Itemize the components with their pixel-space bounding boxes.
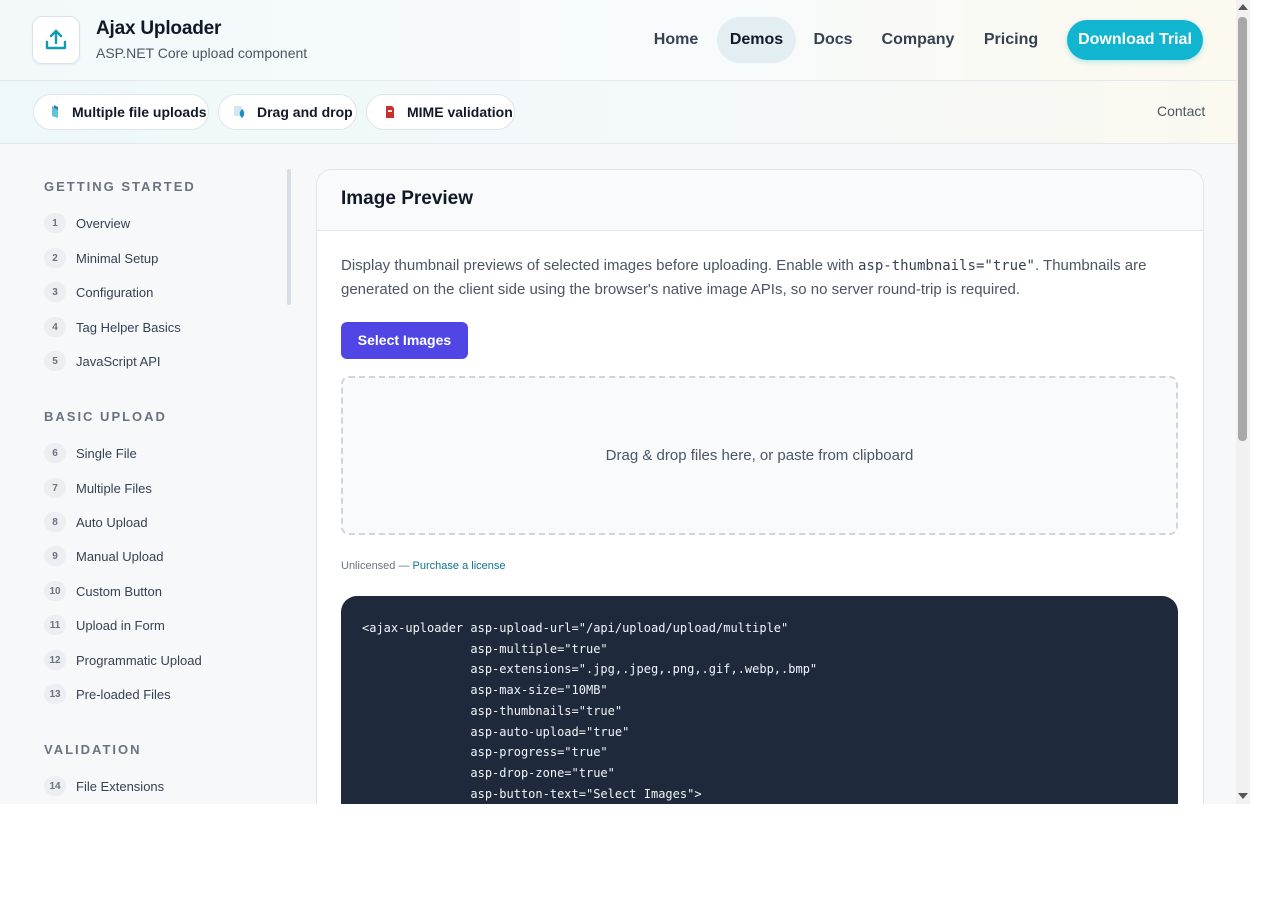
- sidebar-item-label: JavaScript API: [76, 353, 161, 369]
- sidebar-item-multiple-files[interactable]: 7 Multiple Files: [44, 478, 152, 498]
- sidebar-item-pre-loaded-files[interactable]: 13 Pre-loaded Files: [44, 684, 171, 704]
- download-trial-button[interactable]: Download Trial: [1067, 20, 1203, 60]
- sidebar-item-auto-upload[interactable]: 8 Auto Upload: [44, 512, 148, 532]
- mime-icon: [383, 104, 397, 120]
- logo[interactable]: [32, 16, 80, 64]
- description-text: Display thumbnail previews of selected i…: [341, 257, 858, 274]
- brand-subtitle: ASP.NET Core upload component: [96, 45, 308, 61]
- drop-zone[interactable]: Drag & drop files here, or paste from cl…: [341, 376, 1178, 535]
- item-number: 4: [44, 317, 66, 337]
- page-title: Image Preview: [341, 188, 474, 209]
- sidebar-item-javascript-api[interactable]: 5 JavaScript API: [44, 351, 161, 371]
- item-number: 3: [44, 282, 66, 302]
- sidebar-item-label: Programmatic Upload: [76, 652, 202, 668]
- item-number: 8: [44, 512, 66, 532]
- sidebar-item-label: File Extensions: [76, 778, 165, 794]
- nav-docs[interactable]: Docs: [803, 17, 863, 63]
- item-number: 2: [44, 248, 66, 268]
- item-number: 6: [44, 443, 66, 463]
- item-number: 7: [44, 478, 66, 498]
- item-number: 13: [44, 684, 66, 704]
- license-text: Unlicensed —: [341, 560, 413, 572]
- sidebar-item-file-extensions[interactable]: 14 File Extensions: [44, 776, 164, 796]
- item-number: 9: [44, 546, 66, 566]
- contact-link[interactable]: Contact: [1157, 103, 1205, 119]
- sidebar-item-label: Tag Helper Basics: [76, 319, 181, 335]
- item-number: 1: [44, 213, 66, 233]
- sidebar-item-configuration[interactable]: 3 Configuration: [44, 282, 153, 302]
- chip-mime-validation[interactable]: MIME validation: [366, 94, 515, 130]
- scroll-up-icon[interactable]: [1238, 4, 1248, 10]
- brand-title[interactable]: Ajax Uploader: [96, 18, 221, 40]
- item-number: 5: [44, 351, 66, 371]
- scroll-down-icon[interactable]: [1238, 793, 1248, 799]
- chip-drag-and-drop[interactable]: Drag and drop: [218, 94, 357, 130]
- drag-drop-icon: [233, 104, 247, 120]
- select-images-button[interactable]: Select Images: [341, 322, 468, 359]
- sidebar-item-single-file[interactable]: 6 Single File: [44, 443, 137, 463]
- item-number: 12: [44, 650, 66, 670]
- demo-description: Display thumbnail previews of selected i…: [341, 254, 1181, 302]
- sidebar-item-label: Upload in Form: [76, 617, 165, 633]
- sidebar-item-label: Single File: [76, 445, 137, 461]
- sidebar-item-label: Auto Upload: [76, 514, 148, 530]
- sidebar-item-tag-helper-basics[interactable]: 4 Tag Helper Basics: [44, 317, 181, 337]
- license-notice: Unlicensed — Purchase a license: [341, 560, 506, 572]
- sidebar-item-overview[interactable]: 1 Overview: [44, 213, 130, 233]
- sidebar-section-getting-started: GETTING STARTED: [44, 179, 196, 194]
- item-number: 14: [44, 776, 66, 796]
- code-block: <ajax-uploader asp-upload-url="/api/uplo…: [362, 621, 818, 801]
- nav-pricing[interactable]: Pricing: [976, 17, 1046, 63]
- sidebar-item-label: Overview: [76, 215, 131, 231]
- sidebar: GETTING STARTED 1 Overview 2 Minimal Setup…: [0, 144, 296, 804]
- sidebar-item-programmatic-upload[interactable]: 12 Programmatic Upload: [44, 650, 202, 670]
- chip-label: Drag and drop: [257, 104, 353, 120]
- sidebar-section-validation: VALIDATION: [44, 742, 142, 757]
- sidebar-scrollbar[interactable]: [287, 169, 291, 305]
- chip-multiple-file-uploads[interactable]: Multiple file uploads: [33, 94, 209, 130]
- upload-icon: [45, 29, 67, 50]
- scrollbar-thumb[interactable]: [1238, 17, 1247, 441]
- nav-home[interactable]: Home: [640, 17, 712, 63]
- sidebar-section-basic-upload: BASIC UPLOAD: [44, 409, 167, 424]
- sidebar-item-label: Custom Button: [76, 583, 162, 599]
- top-header: Ajax Uploader ASP.NET Core upload compon…: [0, 0, 1236, 81]
- chip-label: Multiple file uploads: [72, 104, 207, 120]
- sidebar-item-label: Minimal Setup: [76, 250, 159, 266]
- description-code: asp-thumbnails="true": [857, 258, 1035, 274]
- sidebar-item-label: Pre-loaded Files: [76, 686, 171, 702]
- sidebar-item-label: Configuration: [76, 284, 154, 300]
- nav-demos[interactable]: Demos: [717, 17, 796, 63]
- code-sample: <ajax-uploader asp-upload-url="/api/uplo…: [341, 596, 1178, 804]
- sidebar-item-label: Manual Upload: [76, 548, 164, 564]
- sidebar-item-label: Multiple Files: [76, 480, 152, 496]
- sidebar-item-manual-upload[interactable]: 9 Manual Upload: [44, 546, 163, 566]
- drop-zone-text: Drag & drop files here, or paste from cl…: [605, 447, 914, 464]
- demo-card: Image Preview Display thumbnail previews…: [316, 169, 1204, 804]
- chip-label: MIME validation: [407, 104, 513, 120]
- sidebar-item-upload-in-form[interactable]: 11 Upload in Form: [44, 615, 165, 635]
- purchase-license-link[interactable]: Purchase a license: [413, 560, 506, 572]
- files-icon: [48, 104, 62, 120]
- item-number: 10: [44, 581, 66, 601]
- page-viewport: Ajax Uploader ASP.NET Core upload compon…: [0, 0, 1236, 804]
- sidebar-item-custom-button[interactable]: 10 Custom Button: [44, 581, 162, 601]
- feature-bar: Multiple file uploads Drag and drop MIME…: [0, 81, 1236, 144]
- card-header: Image Preview: [317, 170, 1203, 231]
- item-number: 11: [44, 615, 66, 635]
- nav-company[interactable]: Company: [873, 17, 963, 63]
- sidebar-item-minimal-setup[interactable]: 2 Minimal Setup: [44, 248, 158, 268]
